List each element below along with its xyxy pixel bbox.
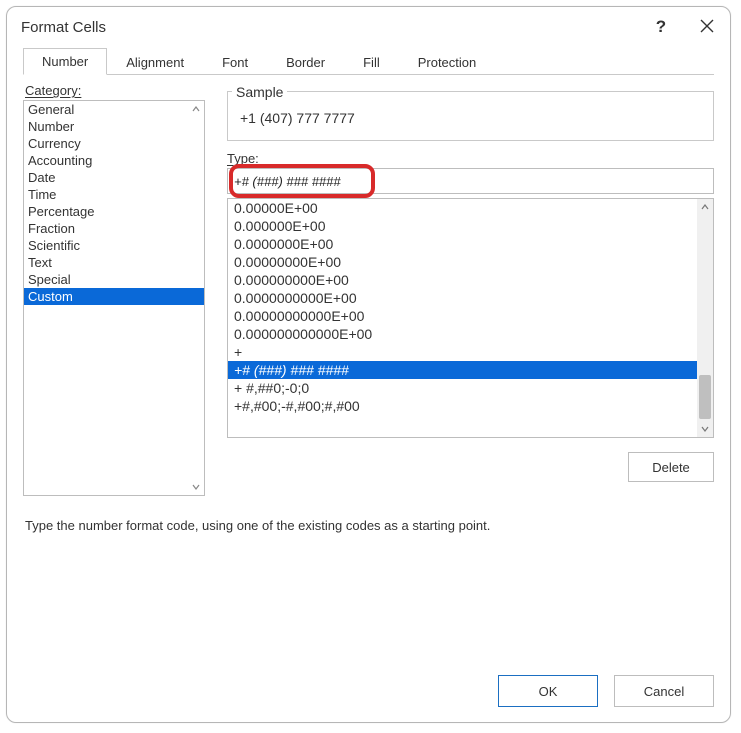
- type-list-item[interactable]: 0.000000E+00: [228, 217, 713, 235]
- category-list[interactable]: GeneralNumberCurrencyAccountingDateTimeP…: [23, 100, 205, 496]
- scroll-down-icon[interactable]: [697, 421, 713, 437]
- tab-content-number: Category: GeneralNumberCurrencyAccountin…: [7, 75, 730, 664]
- type-list[interactable]: 0.00000E+000.000000E+000.0000000E+000.00…: [227, 198, 714, 438]
- type-label: Type:: [227, 151, 714, 166]
- tab-fill[interactable]: Fill: [344, 48, 399, 75]
- tab-alignment[interactable]: Alignment: [107, 48, 203, 75]
- type-list-item[interactable]: 0.0000000E+00: [228, 235, 713, 253]
- type-list-item[interactable]: 0.00000000000E+00: [228, 307, 713, 325]
- type-input[interactable]: [227, 168, 714, 194]
- category-item[interactable]: Scientific: [24, 237, 204, 254]
- sample-value: +1 (407) 777 7777: [238, 110, 703, 126]
- category-item[interactable]: Fraction: [24, 220, 204, 237]
- help-button[interactable]: ?: [638, 7, 684, 47]
- type-list-item[interactable]: +#,#00;-#,#00;#,#00: [228, 397, 713, 415]
- scroll-up-icon[interactable]: [697, 199, 713, 215]
- type-list-item[interactable]: +# (###) ### ####: [228, 361, 713, 379]
- dialog-footer: OK Cancel: [7, 664, 730, 722]
- category-item[interactable]: Special: [24, 271, 204, 288]
- scroll-up-icon[interactable]: [188, 101, 204, 117]
- ok-button[interactable]: OK: [498, 675, 598, 707]
- sample-label: Sample: [232, 84, 287, 100]
- cancel-button[interactable]: Cancel: [614, 675, 714, 707]
- tab-protection[interactable]: Protection: [399, 48, 496, 75]
- category-item[interactable]: Custom: [24, 288, 204, 305]
- dialog-title: Format Cells: [21, 19, 106, 36]
- type-list-item[interactable]: 0.0000000000E+00: [228, 289, 713, 307]
- scroll-down-icon[interactable]: [188, 479, 204, 495]
- type-list-item[interactable]: 0.000000000000E+00: [228, 325, 713, 343]
- close-button[interactable]: [684, 7, 730, 47]
- type-list-item[interactable]: +: [228, 343, 713, 361]
- close-icon: [700, 19, 714, 36]
- category-item[interactable]: Date: [24, 169, 204, 186]
- sample-box: Sample +1 (407) 777 7777: [227, 91, 714, 141]
- format-cells-dialog: Format Cells ? NumberAlignmentFontBorder…: [6, 6, 731, 723]
- tab-font[interactable]: Font: [203, 48, 267, 75]
- description-text: Type the number format code, using one o…: [25, 518, 712, 533]
- tab-bar: NumberAlignmentFontBorderFillProtection: [23, 47, 714, 75]
- category-scrollbar[interactable]: [188, 101, 204, 495]
- category-item[interactable]: General: [24, 101, 204, 118]
- category-item[interactable]: Percentage: [24, 203, 204, 220]
- category-item[interactable]: Time: [24, 186, 204, 203]
- type-scrollbar[interactable]: [697, 199, 713, 437]
- type-list-item[interactable]: + #,##0;-0;0: [228, 379, 713, 397]
- type-list-item[interactable]: 0.00000000E+00: [228, 253, 713, 271]
- tab-border[interactable]: Border: [267, 48, 344, 75]
- delete-button[interactable]: Delete: [628, 452, 714, 482]
- tab-number[interactable]: Number: [23, 48, 107, 75]
- category-item[interactable]: Number: [24, 118, 204, 135]
- category-item[interactable]: Currency: [24, 135, 204, 152]
- type-list-item[interactable]: 0.00000E+00: [228, 199, 713, 217]
- category-item[interactable]: Accounting: [24, 152, 204, 169]
- type-list-item[interactable]: 0.000000000E+00: [228, 271, 713, 289]
- scrollbar-thumb[interactable]: [699, 375, 711, 419]
- category-item[interactable]: Text: [24, 254, 204, 271]
- titlebar: Format Cells ?: [7, 7, 730, 47]
